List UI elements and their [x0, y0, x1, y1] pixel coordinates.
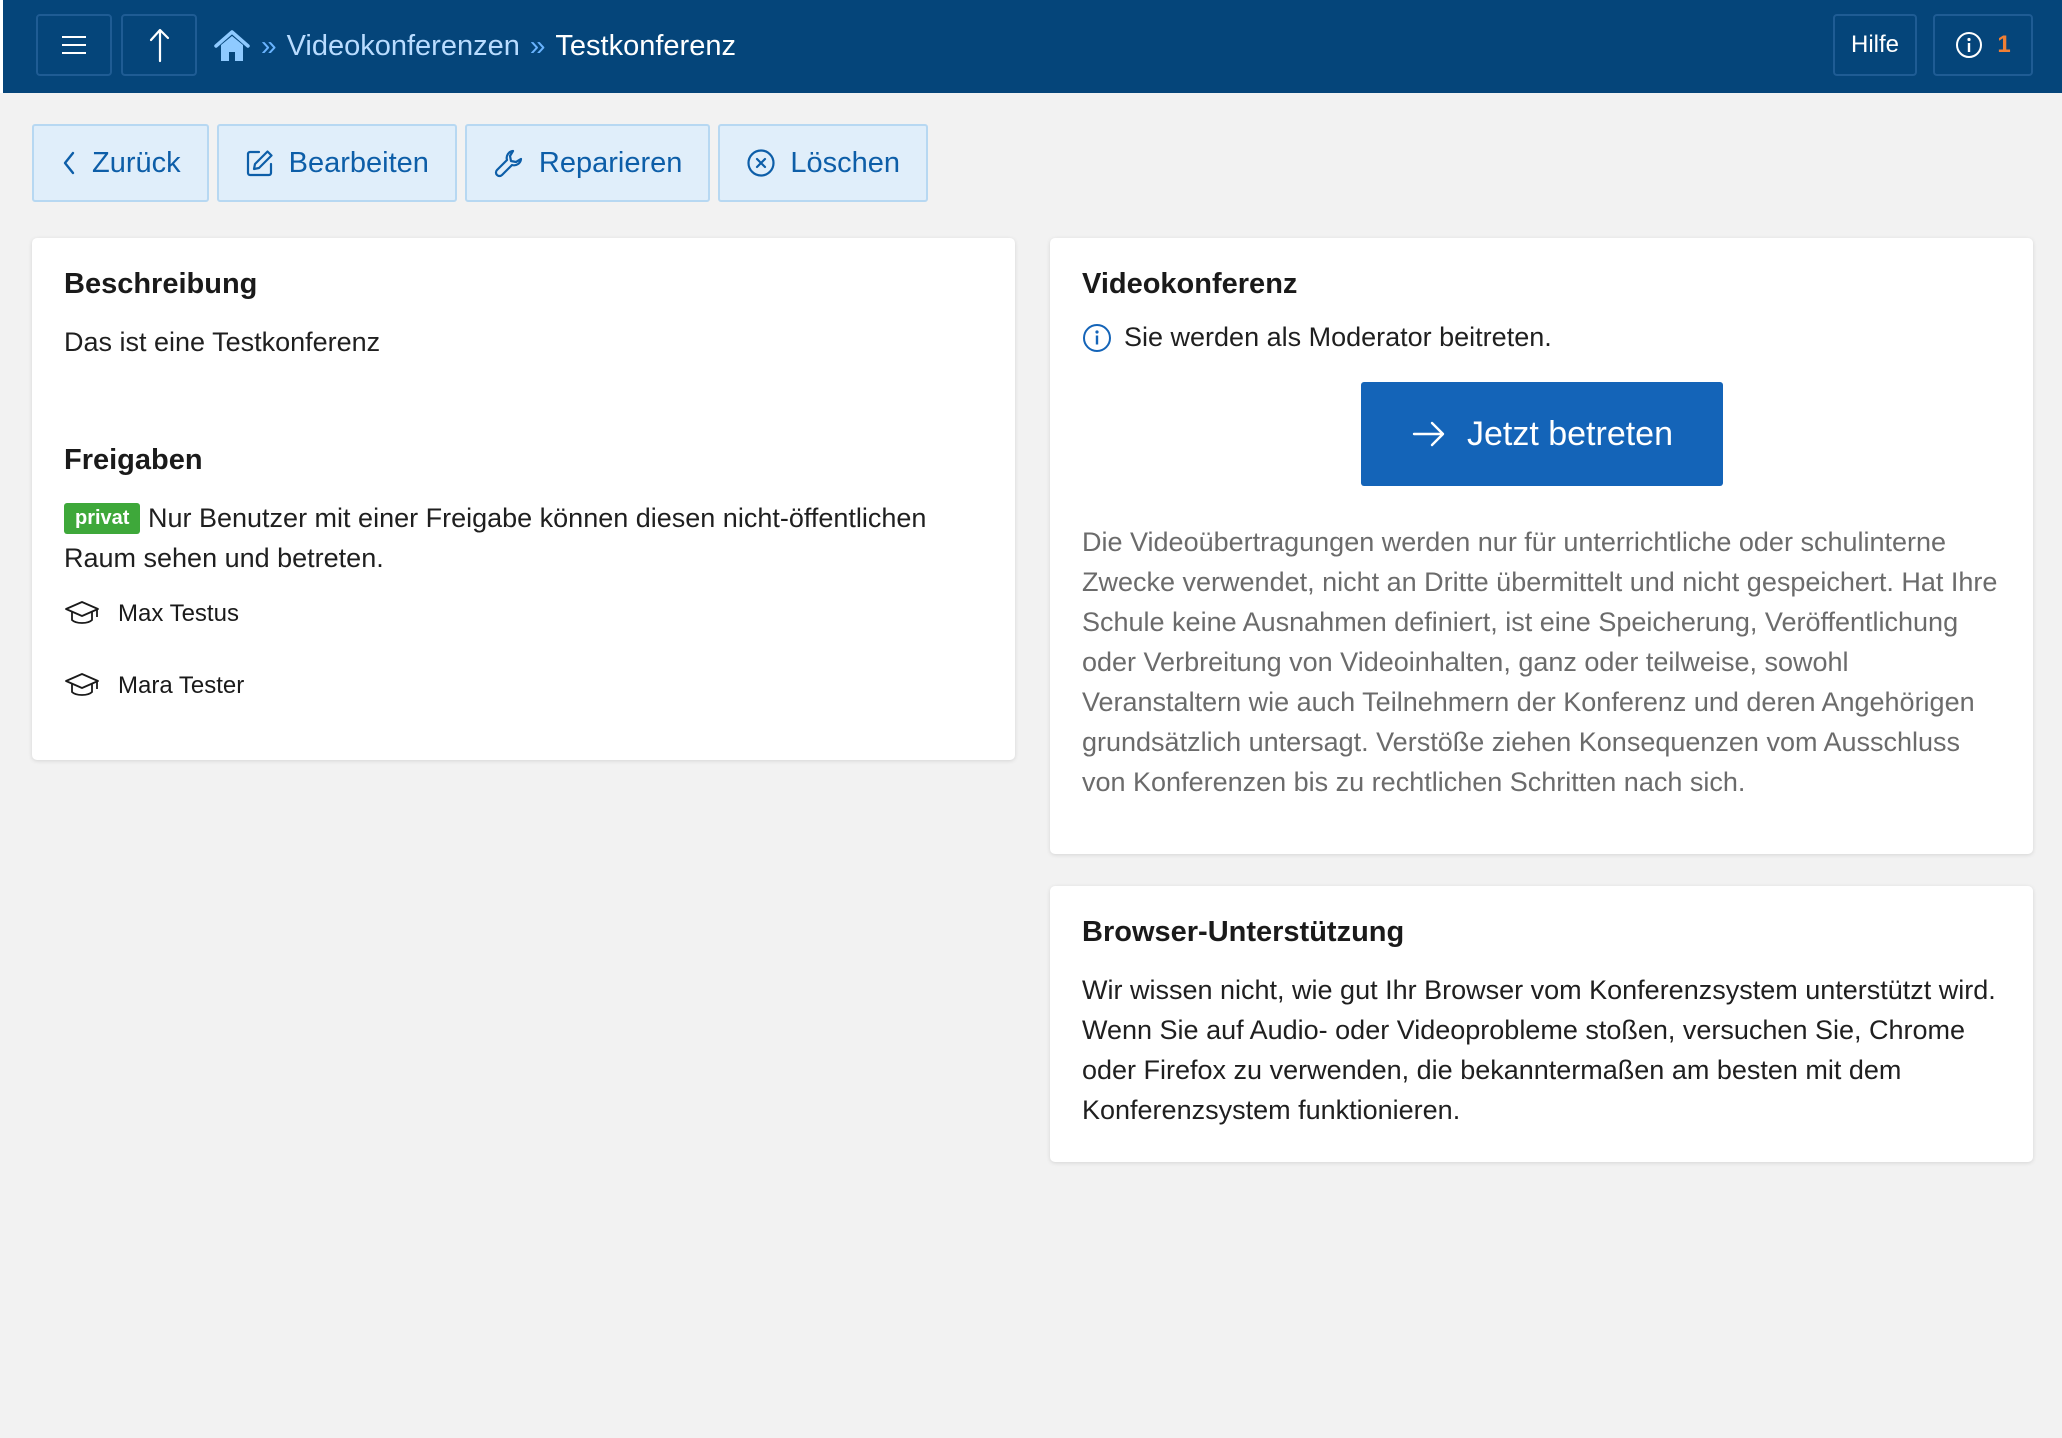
privacy-notice: Die Videoübertragungen werden nur für un… — [1082, 527, 1998, 797]
info-icon — [1956, 32, 1983, 58]
share-user-row: Mara Tester — [64, 672, 244, 700]
browser-support-heading: Browser-Unterstützung — [1082, 916, 1405, 948]
edit-button[interactable]: Bearbeiten — [216, 124, 457, 202]
moderator-info: Sie werden als Moderator beitreten. — [1082, 322, 1552, 353]
top-navigation-bar: » Videokonferenzen » Testkonferenz Hilfe… — [0, 0, 2062, 93]
breadcrumb-videokonferenzen[interactable]: Videokonferenzen — [287, 30, 520, 63]
navigate-up-button[interactable] — [121, 14, 197, 76]
description-heading: Beschreibung — [64, 268, 258, 300]
description-card: Beschreibung Das ist eine Testkonferenz … — [32, 238, 1015, 760]
join-now-label: Jetzt betreten — [1466, 414, 1673, 453]
shares-text-block: privat Nur Benutzer mit einer Freigabe k… — [64, 498, 983, 578]
back-button-label: Zurück — [92, 146, 181, 179]
edit-icon — [246, 150, 273, 177]
back-button[interactable]: Zurück — [32, 124, 209, 202]
wrench-icon — [494, 149, 523, 178]
repair-button-label: Reparieren — [538, 146, 683, 179]
chevron-left-icon — [63, 151, 75, 175]
notifications-button[interactable]: 1 — [1933, 14, 2033, 76]
breadcrumb-current: Testkonferenz — [555, 29, 736, 62]
browser-support-text: Wir wissen nicht, wie gut Ihr Browser vo… — [1082, 975, 1996, 1125]
info-icon — [1083, 323, 1111, 352]
repair-button[interactable]: Reparieren — [464, 124, 711, 202]
home-icon — [214, 30, 250, 61]
breadcrumb-separator: » — [261, 30, 277, 61]
videoconference-heading: Videokonferenz — [1082, 268, 1298, 300]
moderator-info-text: Sie werden als Moderator beitreten. — [1124, 322, 1552, 352]
join-now-button[interactable]: Jetzt betreten — [1361, 382, 1723, 486]
share-user-name: Max Testus — [118, 600, 239, 627]
edit-button-label: Bearbeiten — [288, 146, 429, 179]
menu-button[interactable] — [36, 14, 112, 76]
delete-button-label: Löschen — [790, 146, 901, 179]
help-button[interactable]: Hilfe — [1833, 14, 1917, 76]
arrow-right-icon — [1412, 421, 1445, 447]
breadcrumb-separator: » — [529, 30, 546, 61]
breadcrumb: » Videokonferenzen » Testkonferenz — [213, 18, 736, 74]
close-circle-icon — [747, 149, 776, 177]
delete-button[interactable]: Löschen — [718, 124, 929, 202]
share-user-row: Max Testus — [64, 600, 239, 628]
hamburger-icon — [62, 36, 86, 54]
description-text: Das ist eine Testkonferenz — [64, 327, 381, 357]
shares-text: Nur Benutzer mit einer Freigabe können d… — [64, 503, 927, 573]
home-link[interactable] — [213, 28, 251, 64]
arrow-up-icon — [149, 28, 170, 63]
graduation-cap-icon — [65, 673, 99, 696]
videoconference-card: Videokonferenz Sie werden als Moderator … — [1050, 238, 2033, 854]
graduation-cap-icon — [65, 601, 99, 624]
browser-support-card: Browser-Unterstützung Wir wissen nicht, … — [1050, 886, 2033, 1162]
shares-heading: Freigaben — [64, 444, 203, 476]
action-toolbar: Zurück Bearbeiten Reparieren Löschen — [32, 124, 929, 202]
privacy-badge: privat — [64, 503, 141, 534]
share-user-name: Mara Tester — [118, 672, 245, 699]
notification-count: 1 — [1997, 31, 2011, 58]
